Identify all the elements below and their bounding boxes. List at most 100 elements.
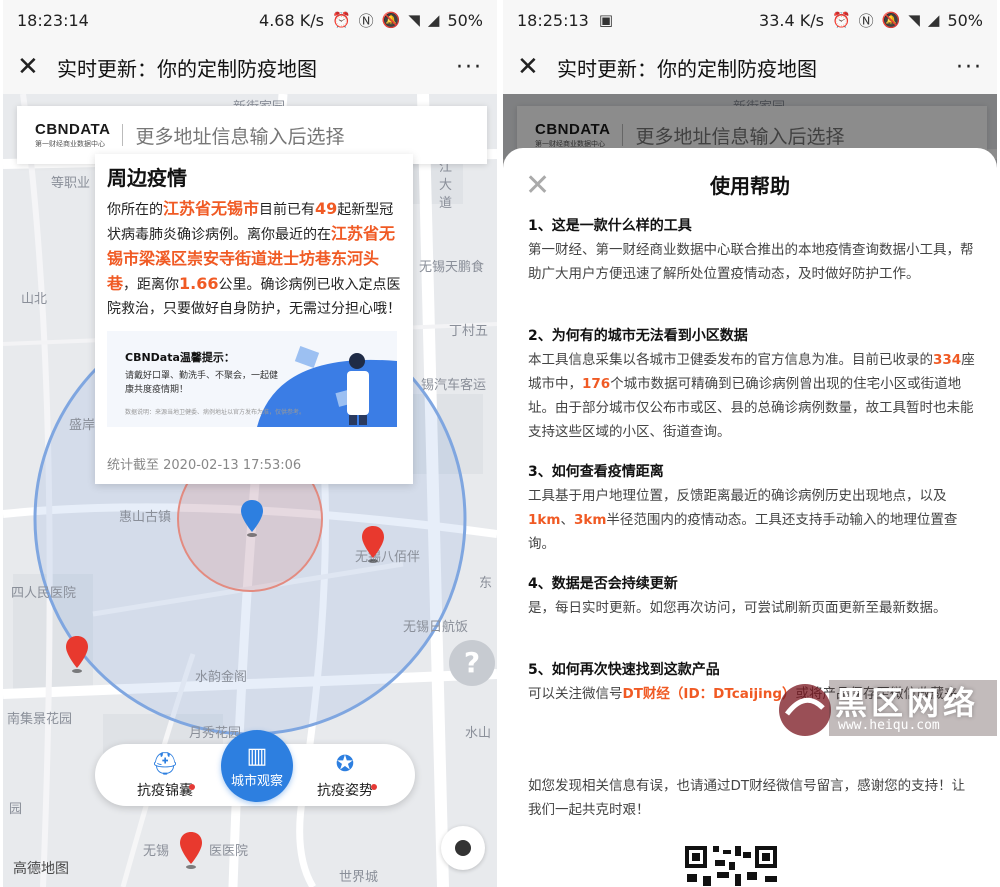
- map-label: 盛岸: [69, 418, 96, 433]
- map-label: 四人民医院: [11, 586, 77, 601]
- help-button[interactable]: ?: [449, 640, 495, 686]
- faq-section: 1、这是一款什么样的工具 第一财经、第一财经商业数据中心联合推出的本地疫情查询数…: [528, 214, 976, 286]
- text-segment: 、: [560, 512, 574, 528]
- case-location-pin-icon[interactable]: [177, 830, 205, 870]
- text-segment: 本工具信息采集以各城市卫健委发布的官方信息为准。目前已收录的: [528, 352, 933, 368]
- sheet-title: 使用帮助: [710, 174, 790, 198]
- map-label: 惠山古镇: [119, 510, 172, 525]
- alarm-icon: ⏰: [331, 11, 351, 29]
- search-input[interactable]: 更多地址信息输入后选择: [135, 122, 344, 149]
- mute-icon: 🔕: [381, 11, 401, 29]
- page-title: 实时更新：你的定制防疫地图: [57, 56, 317, 81]
- nfc-icon: Ⓝ: [358, 11, 374, 30]
- city-count: 334: [933, 352, 962, 368]
- text-segment: 目前已有: [259, 202, 316, 218]
- faq-question: 2、为何有的城市无法看到小区数据: [528, 328, 748, 344]
- signal-icon: ◢: [927, 11, 940, 29]
- faq-answer: 工具基于用户地理位置，反馈距离最近的确诊病例历史出现地点，以及1km、3km半径…: [528, 484, 976, 556]
- help-sheet: ✕ 使用帮助 1、这是一款什么样的工具 第一财经、第一财经商业数据中心联合推出的…: [503, 148, 997, 887]
- map-label: 医医院: [209, 844, 249, 859]
- faq-question: 1、这是一款什么样的工具: [528, 218, 692, 234]
- battery-level: 50%: [947, 10, 983, 30]
- qr-code-icon[interactable]: [683, 842, 789, 887]
- notification-dot: [371, 784, 377, 790]
- card-title: 周边疫情: [107, 166, 187, 190]
- amap-label: 高德地图: [13, 861, 69, 877]
- map-label: 等职业: [51, 176, 91, 191]
- bottom-nav: ⛑ 抗疫锦囊 ▥ 城市观察 ✪ 抗疫姿势: [95, 730, 415, 806]
- user-location-pin-icon[interactable]: [238, 498, 266, 538]
- faq-section: 3、如何查看疫情距离 工具基于用户地理位置，反馈距离最近的确诊病例历史出现地点，…: [528, 460, 976, 556]
- divider: [122, 124, 124, 146]
- case-location-pin-icon[interactable]: [63, 634, 91, 674]
- tip-note: 数据说明：来源当地卫健委、病例地址以官方发布为准，仅供参考。: [125, 409, 306, 416]
- map-label: 丁村五: [449, 324, 489, 339]
- logo-brand: CBNDATA: [35, 121, 111, 138]
- precise-city-count: 176: [582, 376, 611, 392]
- footer-text: 如您发现相关信息有误，也请通过DT财经微信号留言，感谢您的支持！让我们一起共克时…: [528, 778, 966, 818]
- watermark-url: www.heiqu.com: [838, 718, 940, 733]
- mute-icon: 🔕: [881, 11, 901, 29]
- wifi-icon: ◥: [408, 11, 420, 29]
- map-label: 无锡: [143, 844, 170, 859]
- nav-bar: ✕ 实时更新：你的定制防疫地图 ···: [503, 40, 997, 94]
- alarm-icon: ⏰: [831, 11, 851, 29]
- logo-subtitle: 第一财经商业数据中心: [35, 140, 105, 148]
- cbndata-logo: CBNDATA 第一财经商业数据中心: [35, 121, 110, 149]
- nav-item-tips[interactable]: ⛑ 抗疫锦囊: [125, 750, 205, 800]
- signal-icon: ◢: [427, 11, 440, 29]
- faq-question: 3、如何查看疫情距离: [528, 464, 664, 480]
- faq-answer: 是，每日实时更新。如您再次访问，可尝试刷新页面更新至最新数据。: [528, 600, 947, 616]
- right-phone-screen: 18:25:13 ▣ 33.4 K/s ⏰ Ⓝ 🔕 ◥ ◢ 50% ✕ 实时更新…: [503, 0, 997, 887]
- bag-icon: ⛑: [151, 752, 179, 777]
- nav-label: 抗疫姿势: [317, 783, 373, 799]
- map-label: 南集景花园: [7, 712, 73, 727]
- map-label: 道: [439, 196, 453, 211]
- map-label: 水韵金阁: [195, 670, 248, 685]
- text-segment: ，距离你: [123, 277, 180, 293]
- nav-label: 抗疫锦囊: [137, 783, 193, 799]
- faq-section: 2、为何有的城市无法看到小区数据 本工具信息采集以各城市卫健委发布的官方信息为准…: [528, 324, 976, 444]
- tip-banner: CBNData温馨提示： 请戴好口罩、勤洗手、不聚会，一起健康共度疫情期！ 数据…: [107, 331, 397, 427]
- faq-answer: 第一财经、第一财经商业数据中心联合推出的本地疫情查询数据小工具，帮助广大用户方便…: [528, 242, 974, 282]
- wifi-icon: ◥: [908, 11, 920, 29]
- radius-1km: 1km: [528, 512, 561, 528]
- tip-body: 请戴好口罩、勤洗手、不聚会，一起健康共度疫情期！: [125, 371, 279, 395]
- nav-bar: ✕ 实时更新：你的定制防疫地图 ···: [3, 40, 497, 94]
- text-segment: 你所在的: [107, 202, 163, 218]
- locate-icon: [455, 840, 471, 856]
- map-label: 无锡天鹏食: [419, 260, 485, 275]
- more-icon[interactable]: ···: [956, 55, 983, 80]
- notification-dot: [189, 784, 195, 790]
- footer-note: 如您发现相关信息有误，也请通过DT财经微信号留言，感谢您的支持！让我们一起共克时…: [528, 774, 976, 822]
- text-segment: 工具基于用户地理位置，反馈距离最近的确诊病例历史出现地点，以及: [528, 488, 947, 504]
- close-icon[interactable]: ✕: [17, 52, 51, 82]
- distance-value: 1.66: [179, 274, 219, 293]
- locate-button[interactable]: [441, 826, 485, 870]
- nav-item-posture[interactable]: ✪ 抗疫姿势: [305, 750, 385, 800]
- case-count: 49: [315, 199, 338, 218]
- shield-icon: ✪: [335, 752, 355, 777]
- close-icon[interactable]: ✕: [517, 52, 551, 82]
- map-label: 无锡日航饭: [403, 620, 469, 635]
- card-description: 你所在的江苏省无锡市目前已有49起新型冠状病毒肺炎确诊病例。离你最近的在江苏省无…: [107, 197, 401, 321]
- status-bar: 18:23:14 4.68 K/s ⏰ Ⓝ 🔕 ◥ ◢ 50%: [3, 0, 497, 40]
- map-label: 山北: [21, 292, 48, 307]
- more-icon[interactable]: ···: [456, 55, 483, 80]
- map-label: 园: [9, 802, 23, 817]
- image-icon: ▣: [598, 11, 614, 29]
- map-label: 大: [439, 178, 453, 193]
- nav-item-city-watch[interactable]: ▥ 城市观察: [221, 730, 293, 802]
- tip-title: CBNData温馨提示：: [125, 351, 235, 364]
- nav-label: 城市观察: [230, 774, 283, 789]
- radius-3km: 3km: [573, 512, 607, 528]
- map-label: 水山: [465, 726, 492, 741]
- case-location-pin-icon[interactable]: [359, 524, 387, 564]
- building-icon: ▥: [246, 744, 268, 769]
- status-bar: 18:25:13 ▣ 33.4 K/s ⏰ Ⓝ 🔕 ◥ ◢ 50%: [503, 0, 997, 40]
- network-speed: 33.4 K/s: [759, 10, 824, 30]
- stats-timestamp: 统计截至 2020-02-13 17:53:06: [107, 458, 302, 473]
- text-segment: 可以关注微信号: [528, 686, 623, 702]
- faq-answer: 本工具信息采集以各城市卫健委发布的官方信息为准。目前已收录的334座城市中，17…: [528, 348, 976, 444]
- faq-section: 4、数据是否会持续更新 是，每日实时更新。如您再次访问，可尝试刷新页面更新至最新…: [528, 572, 976, 620]
